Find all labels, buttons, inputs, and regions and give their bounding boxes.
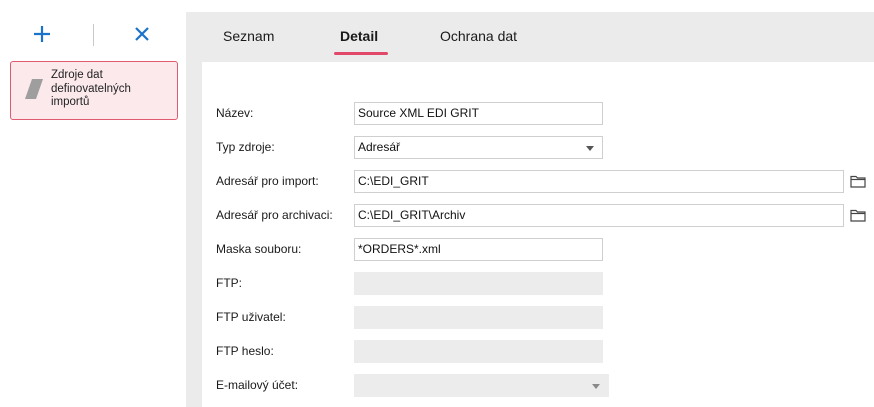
close-icon [135, 27, 149, 41]
folder-icon[interactable] [850, 174, 866, 188]
chevron-down-icon [592, 384, 600, 389]
emailovy-ucet-select[interactable] [354, 374, 609, 397]
ftp-uzivatel-field[interactable] [354, 306, 603, 329]
label-adresar-import: Adresář pro import: [216, 174, 319, 188]
label-adresar-archivace: Adresář pro archivaci: [216, 208, 333, 222]
tab-seznam[interactable]: Seznam [223, 28, 274, 44]
label-maska-souboru: Maska souboru: [216, 242, 302, 256]
label-nazev: Název: [216, 106, 254, 120]
chevron-down-icon [586, 146, 594, 151]
detail-panel: Seznam Detail Ochrana dat Název: Source … [186, 12, 874, 407]
toolbar-divider [93, 24, 94, 46]
typ-zdroje-select[interactable]: Adresář [354, 136, 603, 159]
nazev-field[interactable]: Source XML EDI GRIT [354, 102, 603, 125]
maska-souboru-field[interactable]: *ORDERS*.xml [354, 238, 603, 261]
label-ftp: FTP: [216, 276, 242, 290]
slash-parallelogram-icon [25, 79, 43, 99]
ftp-heslo-field[interactable] [354, 340, 603, 363]
label-typ-zdroje: Typ zdroje: [216, 140, 275, 154]
tab-ochrana-dat[interactable]: Ochrana dat [440, 28, 517, 44]
tab-detail[interactable]: Detail [340, 28, 378, 44]
active-tab-indicator [334, 52, 388, 55]
label-ftp-heslo: FTP heslo: [216, 344, 274, 358]
list-item-label: Zdroje dat definovatelných importů [51, 69, 131, 108]
adresar-archivace-field[interactable]: C:\EDI_GRIT\Archiv [354, 204, 844, 227]
label-emailovy-ucet: E-mailový účet: [216, 378, 299, 392]
list-item-import-sources[interactable]: Zdroje dat definovatelných importů [10, 61, 178, 120]
add-button[interactable] [28, 20, 56, 48]
ftp-field[interactable] [354, 272, 603, 295]
tab-bar: Seznam Detail Ochrana dat [186, 12, 874, 62]
detail-form: Název: Source XML EDI GRIT Typ zdroje: A… [202, 62, 874, 407]
typ-zdroje-value: Adresář [358, 140, 401, 154]
folder-icon[interactable] [850, 208, 866, 222]
remove-button[interactable] [128, 20, 156, 48]
label-ftp-uzivatel: FTP uživatel: [216, 310, 286, 324]
adresar-import-field[interactable]: C:\EDI_GRIT [354, 170, 844, 193]
plus-icon [34, 26, 50, 42]
